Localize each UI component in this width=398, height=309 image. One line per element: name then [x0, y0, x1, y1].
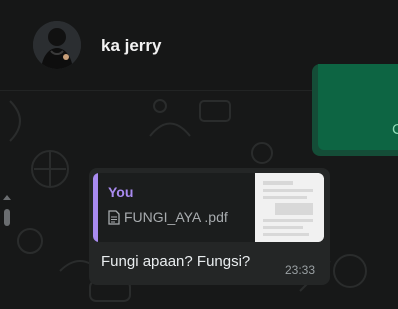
person-avatar-icon: [33, 21, 81, 69]
quoted-message[interactable]: You FUNGI_AYA .pdf: [93, 173, 324, 242]
message-timestamp: 23:33: [285, 263, 316, 277]
avatar[interactable]: [33, 21, 81, 69]
outgoing-message-preview: [318, 64, 398, 150]
outgoing-message-text: C: [392, 121, 398, 138]
quote-accent-bar: [93, 173, 98, 242]
contact-name[interactable]: ka jerry: [101, 36, 162, 56]
document-icon: [108, 209, 120, 225]
thumbnail-preview: [255, 173, 324, 242]
incoming-message-text: Fungi apaan? Fungsi?: [101, 253, 251, 270]
quote-file: FUNGI_AYA .pdf: [108, 209, 228, 225]
document-thumbnail: [255, 173, 324, 242]
chat-window: ka jerry C You FUNGI_AYA .pdf Fungi apaa…: [0, 0, 398, 309]
quote-author: You: [108, 184, 134, 200]
scrollbar-thumb[interactable]: [4, 209, 10, 226]
scrollbar[interactable]: [0, 195, 13, 226]
quote-file-name: FUNGI_AYA .pdf: [124, 209, 228, 225]
scroll-up-arrow-icon[interactable]: [3, 195, 11, 200]
